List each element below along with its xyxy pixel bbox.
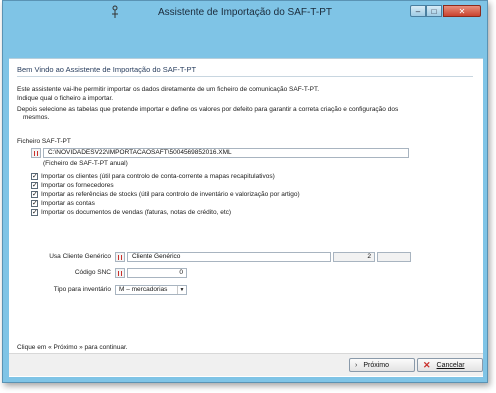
client-area: Bem Vindo ao Assistente de Importação do… (9, 26, 483, 377)
import-option-label: Importar as referências de stocks (útil … (41, 191, 300, 198)
next-button[interactable]: › Próximo (349, 358, 415, 372)
snc-code-input[interactable]: 0 (127, 268, 187, 278)
browse-icon (34, 150, 38, 156)
inventory-type-value: M – mercadorias (119, 286, 168, 293)
import-option-label: Importar as contas (41, 200, 95, 207)
cancel-x-icon: ✕ (423, 360, 431, 370)
checkbox[interactable]: ✓ (31, 200, 38, 207)
cancel-label: Cancelar (436, 361, 465, 369)
snc-label: Código SNC (74, 269, 111, 276)
maximize-button[interactable]: □ (426, 5, 442, 17)
file-path-input[interactable]: C:\NOVIDADESV22\IMPORTACAOSAFT\500456985… (43, 148, 409, 158)
import-option[interactable]: ✓ Importar os fornecedores (31, 182, 300, 189)
button-bar: › Próximo ✕ Cancelar (9, 353, 483, 376)
cancel-button[interactable]: ✕ Cancelar (417, 358, 483, 372)
checkbox[interactable]: ✓ (31, 209, 38, 216)
generic-client-input[interactable]: Cliente Genérico (127, 252, 331, 262)
import-option-label: Importar os fornecedores (41, 182, 114, 189)
import-option[interactable]: ✓ Importar os clientes (útil para control… (31, 173, 300, 180)
maximize-icon: □ (431, 6, 437, 16)
checkbox[interactable]: ✓ (31, 191, 38, 198)
lookup-icon (118, 254, 122, 260)
close-button[interactable]: ✕ (443, 5, 481, 17)
intro-text-1: Este assistente vai-lhe permitir importa… (17, 86, 320, 93)
wizard-page: Bem Vindo ao Assistente de Importação do… (9, 58, 483, 377)
import-option[interactable]: ✓ Importar as contas (31, 200, 300, 207)
import-option[interactable]: ✓ Importar as referências de stocks (útil… (31, 191, 300, 198)
import-option-label: Importar os clientes (útil para controlo… (41, 173, 275, 180)
footer-hint: Clique em « Próximo » para continuar. (17, 344, 128, 351)
file-label: Ficheiro SAF-T-PT (17, 138, 71, 145)
snc-lookup-button[interactable] (115, 268, 125, 278)
minimize-icon: – (415, 6, 421, 16)
import-option[interactable]: ✓ Importar os documentos de vendas (fatur… (31, 209, 300, 216)
import-option-label: Importar os documentos de vendas (fatura… (41, 209, 232, 216)
close-icon: ✕ (458, 6, 466, 16)
checkbox[interactable]: ✓ (31, 182, 38, 189)
header-band (9, 26, 483, 58)
intro-text-2: Indique qual o ficheiro a importar. (17, 95, 114, 102)
checkbox[interactable]: ✓ (31, 173, 38, 180)
browse-file-button[interactable] (31, 148, 41, 158)
wizard-window: Assistente de Importação do SAF-T-PT – □… (2, 0, 488, 383)
chevron-down-icon: ▼ (177, 286, 186, 294)
generic-client-extra (377, 252, 411, 262)
title-bar[interactable]: Assistente de Importação do SAF-T-PT – □… (3, 1, 487, 25)
client-lookup-button[interactable] (115, 252, 125, 262)
generic-client-label: Usa Cliente Genérico (49, 253, 111, 260)
next-label: Próximo (363, 361, 390, 369)
file-subtitle: (Ficheiro de SAF-T-PT anual) (43, 160, 128, 167)
lookup-icon (118, 270, 122, 276)
arrow-right-icon: › (355, 361, 358, 369)
intro-text-3: Depois selecione as tabelas que pretende… (17, 106, 399, 113)
generic-client-number: 2 (333, 252, 375, 262)
welcome-title: Bem Vindo ao Assistente de Importação do… (17, 65, 197, 74)
separator (17, 76, 473, 77)
minimize-button[interactable]: – (410, 5, 426, 17)
import-options: ✓ Importar os clientes (útil para control… (31, 173, 300, 218)
intro-text-4: mesmos. (23, 114, 50, 121)
inventory-type-label: Tipo para inventário (53, 286, 111, 293)
inventory-type-select[interactable]: M – mercadorias ▼ (115, 285, 187, 295)
